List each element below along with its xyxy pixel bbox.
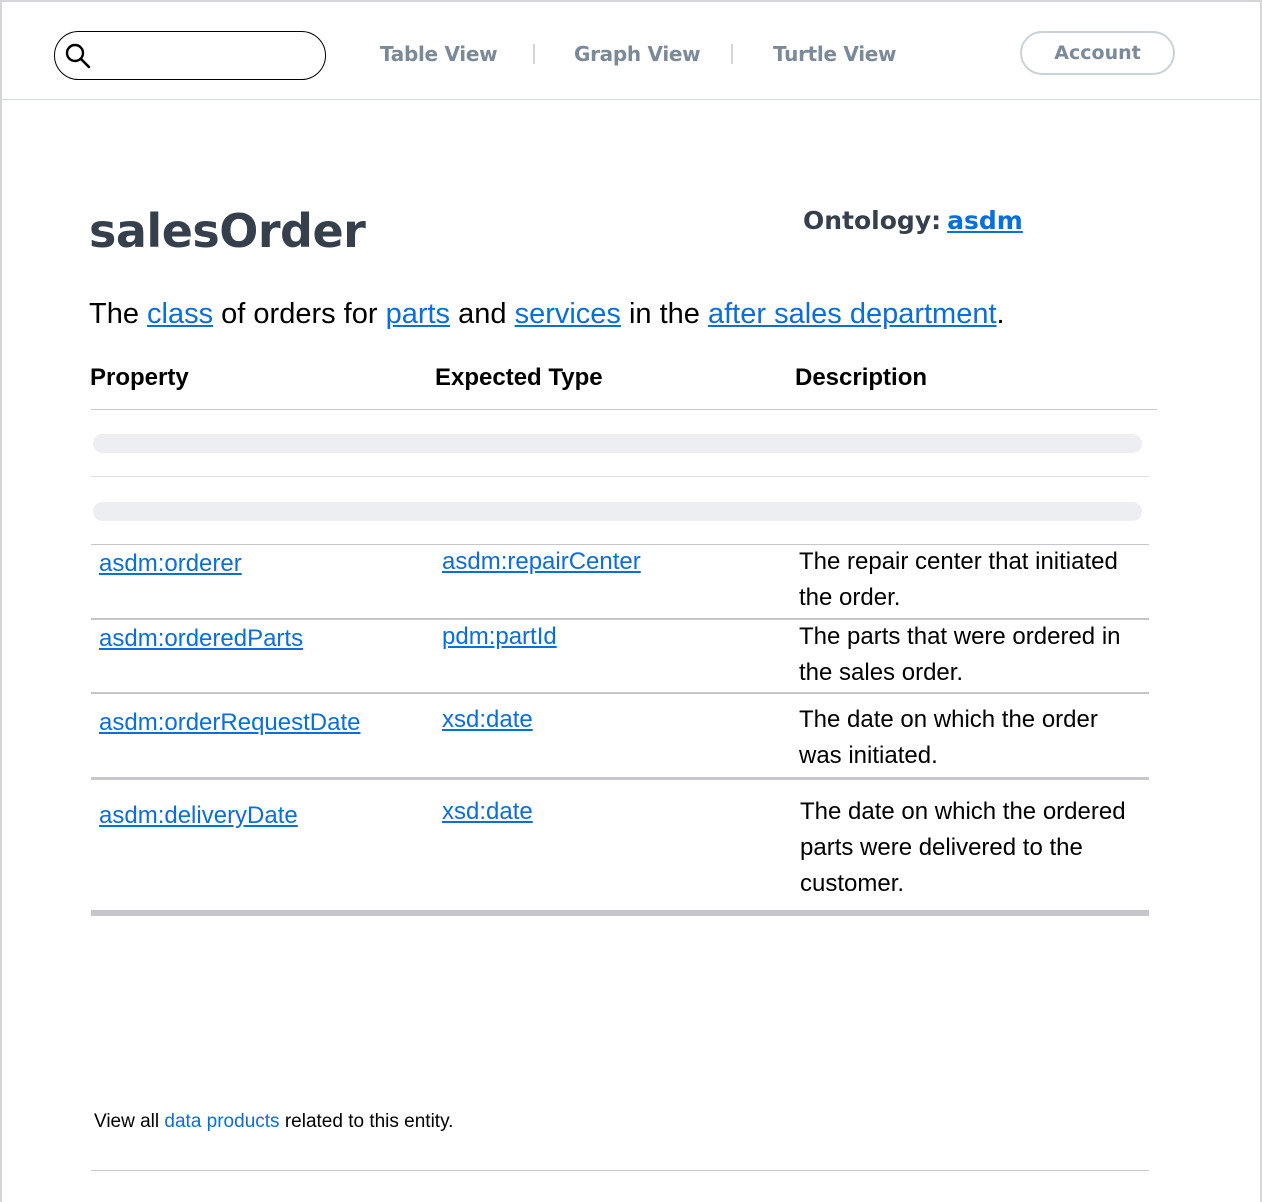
account-button[interactable]: Account xyxy=(1020,31,1175,75)
nav-turtle-view[interactable]: Turtle View xyxy=(773,42,897,66)
description-text: . xyxy=(996,298,1005,330)
nav-separator xyxy=(533,44,535,64)
table-row-description: The date on which the order was initiate… xyxy=(799,706,1098,769)
row-divider xyxy=(91,692,1149,694)
column-header-property: Property xyxy=(90,364,189,391)
description-link-class[interactable]: class xyxy=(147,298,213,330)
nav-graph-view[interactable]: Graph View xyxy=(574,42,701,66)
type-link[interactable]: xsd:date xyxy=(442,706,533,733)
search-input[interactable] xyxy=(99,41,314,69)
ontology-link[interactable]: asdm xyxy=(947,206,1023,235)
footer-note: View all data products related to this e… xyxy=(94,1111,453,1133)
description-text: and xyxy=(450,298,515,330)
entity-description: The class of orders for parts and servic… xyxy=(89,298,1005,331)
header-divider xyxy=(91,409,1157,410)
loading-placeholder-row xyxy=(93,502,1142,521)
table-row-description: The parts that were ordered in the sales… xyxy=(799,623,1121,686)
type-link[interactable]: xsd:date xyxy=(442,798,533,825)
data-products-link[interactable]: data products xyxy=(164,1111,279,1132)
footer-text: related to this entity. xyxy=(279,1111,454,1132)
table-row-property[interactable]: asdm:deliveryDate xyxy=(99,798,298,834)
description-text: of orders for xyxy=(213,298,386,330)
column-header-expected-type: Expected Type xyxy=(435,364,603,391)
ontology-label: Ontology: xyxy=(803,206,942,235)
table-row-description: The date on which the ordered parts were… xyxy=(800,798,1126,897)
table-row-property[interactable]: asdm:orderer xyxy=(99,546,242,582)
table-row-description: The repair center that initiated the ord… xyxy=(799,548,1118,611)
row-divider xyxy=(91,476,1149,477)
property-link[interactable]: asdm:orderedParts xyxy=(99,625,303,652)
footer-divider xyxy=(91,1170,1149,1171)
loading-placeholder-row xyxy=(93,434,1142,453)
table-row-type[interactable]: xsd:date xyxy=(442,702,533,738)
property-link[interactable]: asdm:orderer xyxy=(99,550,242,577)
table-row-type[interactable]: xsd:date xyxy=(442,794,533,830)
nav-separator xyxy=(731,44,733,64)
description-link-parts[interactable]: parts xyxy=(386,298,450,330)
table-row-type[interactable]: asdm:repairCenter xyxy=(442,544,641,580)
type-link[interactable]: pdm:partId xyxy=(442,623,557,650)
table-row-type[interactable]: pdm:partId xyxy=(442,619,557,655)
description-text: The xyxy=(89,298,148,330)
description-text: in the xyxy=(620,298,708,330)
table-bottom-border xyxy=(91,910,1149,916)
search-icon xyxy=(65,43,91,69)
description-link-after-sales-department[interactable]: after sales department xyxy=(708,298,997,330)
table-row-property[interactable]: asdm:orderRequestDate xyxy=(99,705,360,741)
column-header-description: Description xyxy=(795,364,928,391)
page-title: salesOrder xyxy=(89,204,366,258)
top-navigation-bar: Table View Graph View Turtle View Accoun… xyxy=(0,0,1262,100)
type-link[interactable]: asdm:repairCenter xyxy=(442,548,641,575)
search-box[interactable] xyxy=(54,31,326,80)
footer-text: View all xyxy=(94,1111,165,1132)
row-divider xyxy=(91,777,1149,780)
ontology-info: Ontology: asdm xyxy=(803,206,1023,235)
table-row-property[interactable]: asdm:orderedParts xyxy=(99,621,303,657)
nav-table-view[interactable]: Table View xyxy=(380,42,498,66)
description-link-services[interactable]: services xyxy=(515,298,621,330)
property-link[interactable]: asdm:deliveryDate xyxy=(99,802,298,829)
property-link[interactable]: asdm:orderRequestDate xyxy=(99,709,360,736)
